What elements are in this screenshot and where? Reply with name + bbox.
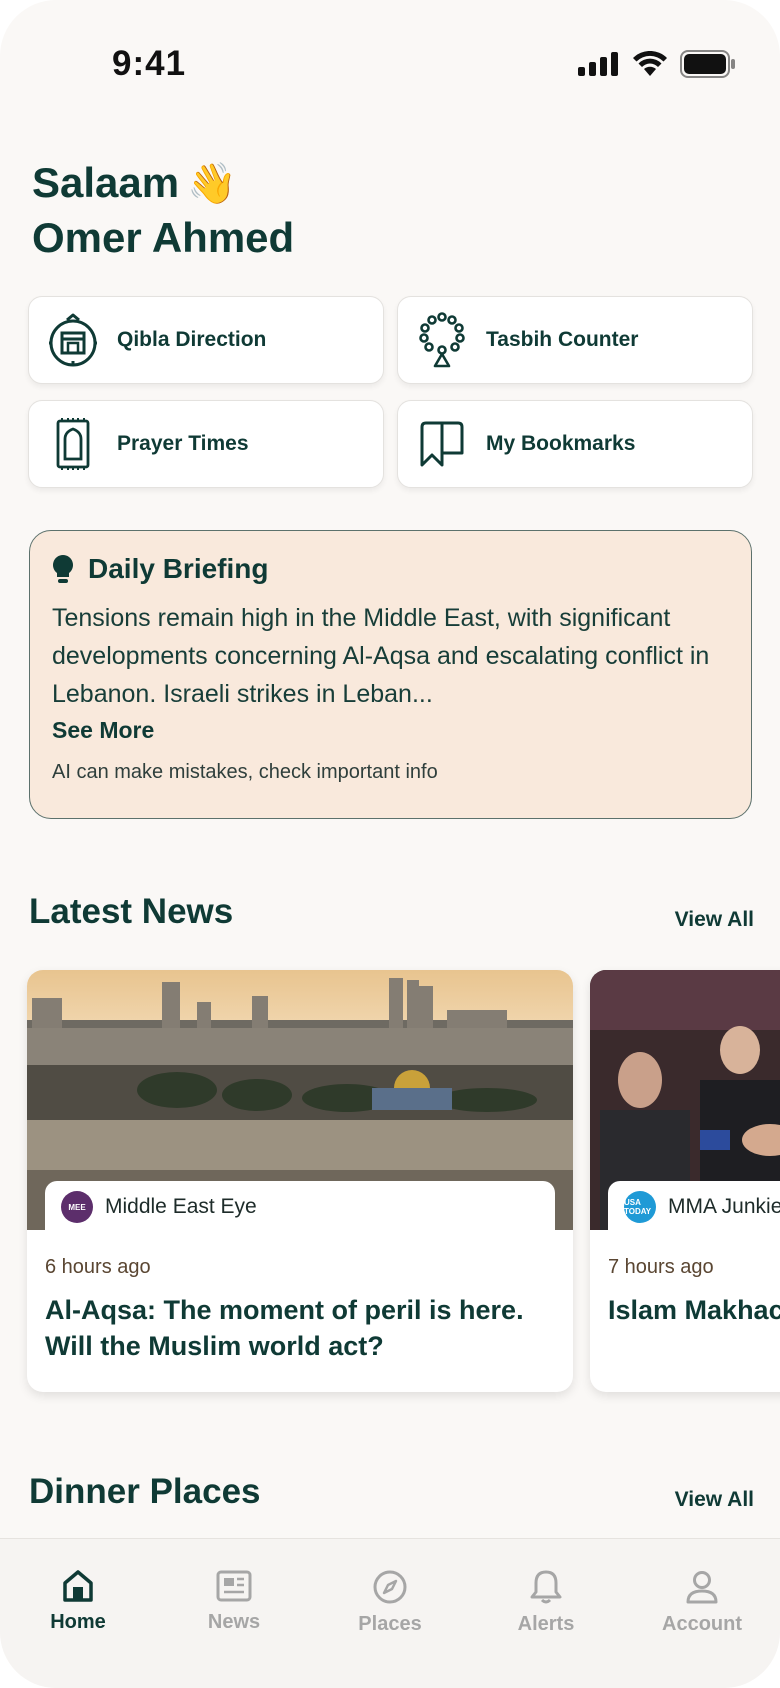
user-name: Omer Ahmed xyxy=(32,214,295,261)
tab-home-label: Home xyxy=(50,1611,106,1633)
daily-briefing-title: Daily Briefing xyxy=(88,553,269,584)
news-timestamp: 7 hours ago xyxy=(608,1256,714,1278)
source-name: Middle East Eye xyxy=(105,1195,257,1218)
daily-briefing-card: Daily Briefing Tensions remain high in t… xyxy=(29,530,752,819)
prayer-times-button[interactable]: Prayer Times xyxy=(28,400,384,488)
news-timestamp: 6 hours ago xyxy=(45,1256,151,1278)
prayer-times-label: Prayer Times xyxy=(117,432,249,455)
prayer-beads-icon xyxy=(416,312,468,368)
battery-icon xyxy=(680,50,735,78)
bell-icon xyxy=(530,1570,562,1604)
home-icon xyxy=(63,1570,93,1602)
person-icon xyxy=(686,1571,718,1604)
lightbulb-icon xyxy=(53,555,73,583)
news-headline: Islam Makhachev defense vs. la xyxy=(608,1295,780,1325)
source-logo: MEE xyxy=(61,1191,93,1223)
tab-alerts-label: Alerts xyxy=(517,1613,575,1635)
status-icons xyxy=(578,50,736,78)
tab-news-label: News xyxy=(207,1611,261,1633)
tab-places-label: Places xyxy=(358,1613,422,1635)
wifi-icon xyxy=(633,51,667,76)
news-headline: Al-Aqsa: The moment of peril is here. Wi… xyxy=(45,1295,524,1361)
waving-hand-emoji: 👋 xyxy=(187,162,237,206)
my-bookmarks-button[interactable]: My Bookmarks xyxy=(397,400,753,488)
tab-alerts[interactable]: Alerts xyxy=(476,1569,616,1688)
news-card[interactable]: USA TODAY MMA Junkie 7 hours ago Islam M… xyxy=(590,970,780,1392)
greeting-salutation: Salaam xyxy=(32,159,180,206)
tab-account[interactable]: Account xyxy=(632,1569,772,1688)
tasbih-counter-label: Tasbih Counter xyxy=(486,328,639,351)
greeting: Salaam 👋 Omer Ahmed xyxy=(32,156,294,265)
bottom-tab-bar: Home News Places Alerts Account xyxy=(0,1538,780,1688)
tab-places[interactable]: Places xyxy=(320,1569,460,1688)
dinner-places-view-all-link[interactable]: View All xyxy=(675,1488,754,1512)
news-card[interactable]: MEE Middle East Eye 6 hours ago Al-Aqsa:… xyxy=(27,970,573,1392)
tasbih-counter-button[interactable]: Tasbih Counter xyxy=(397,296,753,384)
source-logo: USA TODAY xyxy=(624,1191,656,1223)
tab-home[interactable]: Home xyxy=(8,1569,148,1688)
compass-icon xyxy=(373,1570,407,1604)
compass-qibla-icon xyxy=(47,312,99,368)
qibla-direction-label: Qibla Direction xyxy=(117,328,267,351)
cellular-signal-icon xyxy=(578,52,618,76)
news-source: USA TODAY MMA Junkie xyxy=(608,1181,780,1233)
prayer-mat-icon xyxy=(47,416,99,472)
tab-account-label: Account xyxy=(662,1613,742,1635)
latest-news-view-all-link[interactable]: View All xyxy=(675,908,754,932)
status-time: 9:41 xyxy=(112,44,187,83)
daily-briefing-text: Tensions remain high in the Middle East,… xyxy=(52,604,710,708)
phone-screen: 9:41 Salaam 👋 Omer Ahmed Qibla Direction… xyxy=(0,0,780,1688)
news-source: MEE Middle East Eye xyxy=(45,1181,555,1233)
my-bookmarks-label: My Bookmarks xyxy=(486,432,636,455)
dinner-places-title: Dinner Places xyxy=(29,1472,261,1511)
qibla-direction-button[interactable]: Qibla Direction xyxy=(28,296,384,384)
newspaper-icon xyxy=(216,1570,252,1602)
see-more-link[interactable]: See More xyxy=(52,713,154,747)
ai-disclaimer: AI can make mistakes, check important in… xyxy=(52,761,438,783)
latest-news-title: Latest News xyxy=(29,892,234,931)
source-name: MMA Junkie xyxy=(668,1195,780,1218)
tab-news[interactable]: News xyxy=(164,1569,304,1688)
bookmark-icon xyxy=(416,416,468,472)
